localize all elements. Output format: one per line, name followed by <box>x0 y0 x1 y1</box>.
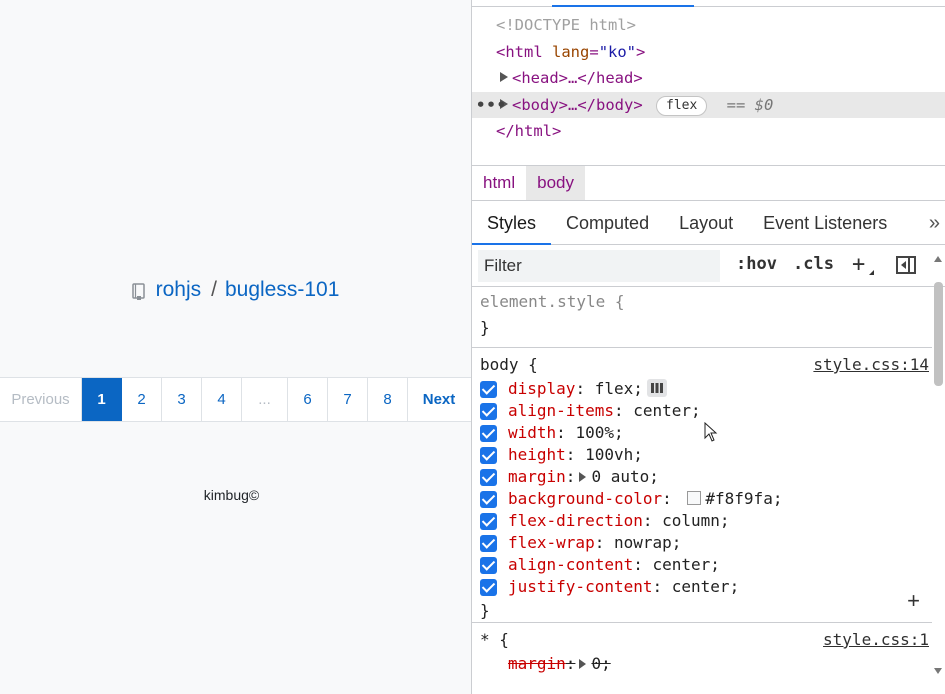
cls-button[interactable]: .cls <box>793 254 834 274</box>
decl-checkbox[interactable] <box>480 579 497 596</box>
expand-shorthand-triangle-icon[interactable] <box>579 472 587 482</box>
repo-owner-link[interactable]: rohjs <box>156 278 202 302</box>
dom-doctype[interactable]: <!DOCTYPE html> <box>472 12 945 39</box>
html-lang-attr: lang <box>552 42 590 61</box>
hov-button[interactable]: :hov <box>736 254 777 274</box>
footer-text: kimbug© <box>203 487 260 503</box>
color-swatch[interactable] <box>687 491 702 505</box>
styles-scrollbar[interactable] <box>931 254 945 684</box>
breadcrumb-html[interactable]: html <box>472 166 526 200</box>
pagination-previous[interactable]: Previous <box>0 378 82 421</box>
pagination-ellipsis: ... <box>242 378 288 421</box>
pagination-page-6[interactable]: 6 <box>288 378 328 421</box>
pagination-page-2[interactable]: 2 <box>122 378 162 421</box>
tab-styles[interactable]: Styles <box>472 204 552 245</box>
devtools-top-tabbar <box>472 0 945 7</box>
add-declaration-plus-icon[interactable]: + <box>907 588 920 614</box>
html-open-tag: <html <box>496 42 543 61</box>
decl-checkbox[interactable] <box>480 469 497 486</box>
decl-background-color[interactable]: background-color: #f8f9fa; <box>480 488 932 510</box>
dom-body-node[interactable]: ••• <body>…</body> flex == $0 <box>472 91 945 119</box>
element-style-rule: element.style { } <box>472 287 932 348</box>
more-tabs-chevron-icon[interactable]: » <box>929 212 940 235</box>
pagination-page-7[interactable]: 7 <box>328 378 368 421</box>
pagination-page-8[interactable]: 8 <box>368 378 408 421</box>
toggle-sidebar-icon[interactable] <box>896 256 916 274</box>
body-rule-close: } <box>480 601 490 620</box>
tab-computed[interactable]: Computed <box>551 204 664 244</box>
decl-height[interactable]: height: 100vh; <box>480 444 932 466</box>
html-lang-value: "ko" <box>598 42 637 61</box>
element-style-selector[interactable]: element.style { <box>480 289 932 315</box>
mouse-cursor-icon <box>704 422 718 442</box>
repo-separator: / <box>211 278 217 301</box>
repo-name-link[interactable]: bugless-101 <box>225 278 339 302</box>
rendered-page: rohjs / bugless-101 Previous 1 2 3 4 ...… <box>0 0 471 694</box>
decl-checkbox[interactable] <box>480 403 497 420</box>
decl-margin[interactable]: margin: 0 auto; <box>480 466 932 488</box>
styles-toolbar: :hov .cls + <box>472 245 945 287</box>
dom-tree: <!DOCTYPE html> <html lang="ko"> <head>…… <box>472 12 945 145</box>
pagination-page-3[interactable]: 3 <box>162 378 202 421</box>
body-rule-source-link[interactable]: style.css:14 <box>813 352 929 378</box>
selected-node-hint: == $0 <box>726 95 774 114</box>
new-style-rule-plus-icon[interactable]: + <box>852 252 875 277</box>
more-dots-icon[interactable]: ••• <box>476 92 507 119</box>
repo-heading: rohjs / bugless-101 <box>0 278 471 302</box>
expand-triangle-icon[interactable] <box>500 72 508 82</box>
scroll-thumb[interactable] <box>934 282 943 386</box>
html-close-tag: </html> <box>496 122 562 140</box>
decl-checkbox[interactable] <box>480 557 497 574</box>
pagination-next[interactable]: Next <box>408 378 470 421</box>
styles-pane: element.style { } body { style.css:14 di… <box>472 287 932 681</box>
styles-filter-input[interactable] <box>478 250 720 282</box>
head-tag: <head>…</head> <box>512 69 643 87</box>
active-panel-indicator <box>552 5 694 7</box>
scroll-up-arrow-icon[interactable] <box>934 256 942 262</box>
breadcrumb: html body <box>472 165 945 201</box>
decl-checkbox[interactable] <box>480 535 497 552</box>
pagination-page-1[interactable]: 1 <box>82 378 122 421</box>
universal-rule-source-link[interactable]: style.css:1 <box>823 627 929 653</box>
repo-book-icon <box>131 282 145 300</box>
dom-html-close[interactable]: </html> <box>472 118 945 145</box>
decl-justify-content[interactable]: justify-content: center; <box>480 576 932 598</box>
dom-html-open[interactable]: <html lang="ko"> <box>472 39 945 66</box>
tab-layout[interactable]: Layout <box>664 204 748 244</box>
body-style-rule: body { style.css:14 display: flex; align… <box>472 348 932 623</box>
pagination: Previous 1 2 3 4 ... 6 7 8 Next <box>0 377 471 422</box>
decl-checkbox[interactable] <box>480 381 497 398</box>
decl-checkbox[interactable] <box>480 491 497 508</box>
breadcrumb-body[interactable]: body <box>526 166 585 200</box>
decl-align-content[interactable]: align-content: center; <box>480 554 932 576</box>
body-tag: <body>…</body> <box>512 95 643 114</box>
flexbox-editor-icon[interactable] <box>646 379 667 397</box>
decl-flex-direction[interactable]: flex-direction: column; <box>480 510 932 532</box>
decl-align-items[interactable]: align-items: center; <box>480 400 932 422</box>
decl-checkbox[interactable] <box>480 513 497 530</box>
pagination-page-4[interactable]: 4 <box>202 378 242 421</box>
styles-tabbar: Styles Computed Layout Event Listeners » <box>472 204 945 245</box>
decl-checkbox[interactable] <box>480 447 497 464</box>
devtools-panel: <!DOCTYPE html> <html lang="ko"> <head>…… <box>471 0 945 694</box>
element-style-close: } <box>480 318 490 337</box>
dom-head-node[interactable]: <head>…</head> <box>472 65 945 92</box>
flex-badge[interactable]: flex <box>656 95 708 116</box>
decl-display[interactable]: display: flex; <box>480 378 932 400</box>
expand-shorthand-triangle-icon[interactable] <box>579 659 587 669</box>
decl-margin-overridden[interactable]: margin: 0; <box>480 653 932 675</box>
scroll-down-arrow-icon[interactable] <box>934 668 942 674</box>
doctype-text: <!DOCTYPE html> <box>496 16 636 34</box>
universal-style-rule: * { style.css:1 margin: 0; <box>472 623 932 681</box>
decl-checkbox[interactable] <box>480 425 497 442</box>
decl-flex-wrap[interactable]: flex-wrap: nowrap; <box>480 532 932 554</box>
tab-event-listeners[interactable]: Event Listeners <box>748 204 902 244</box>
